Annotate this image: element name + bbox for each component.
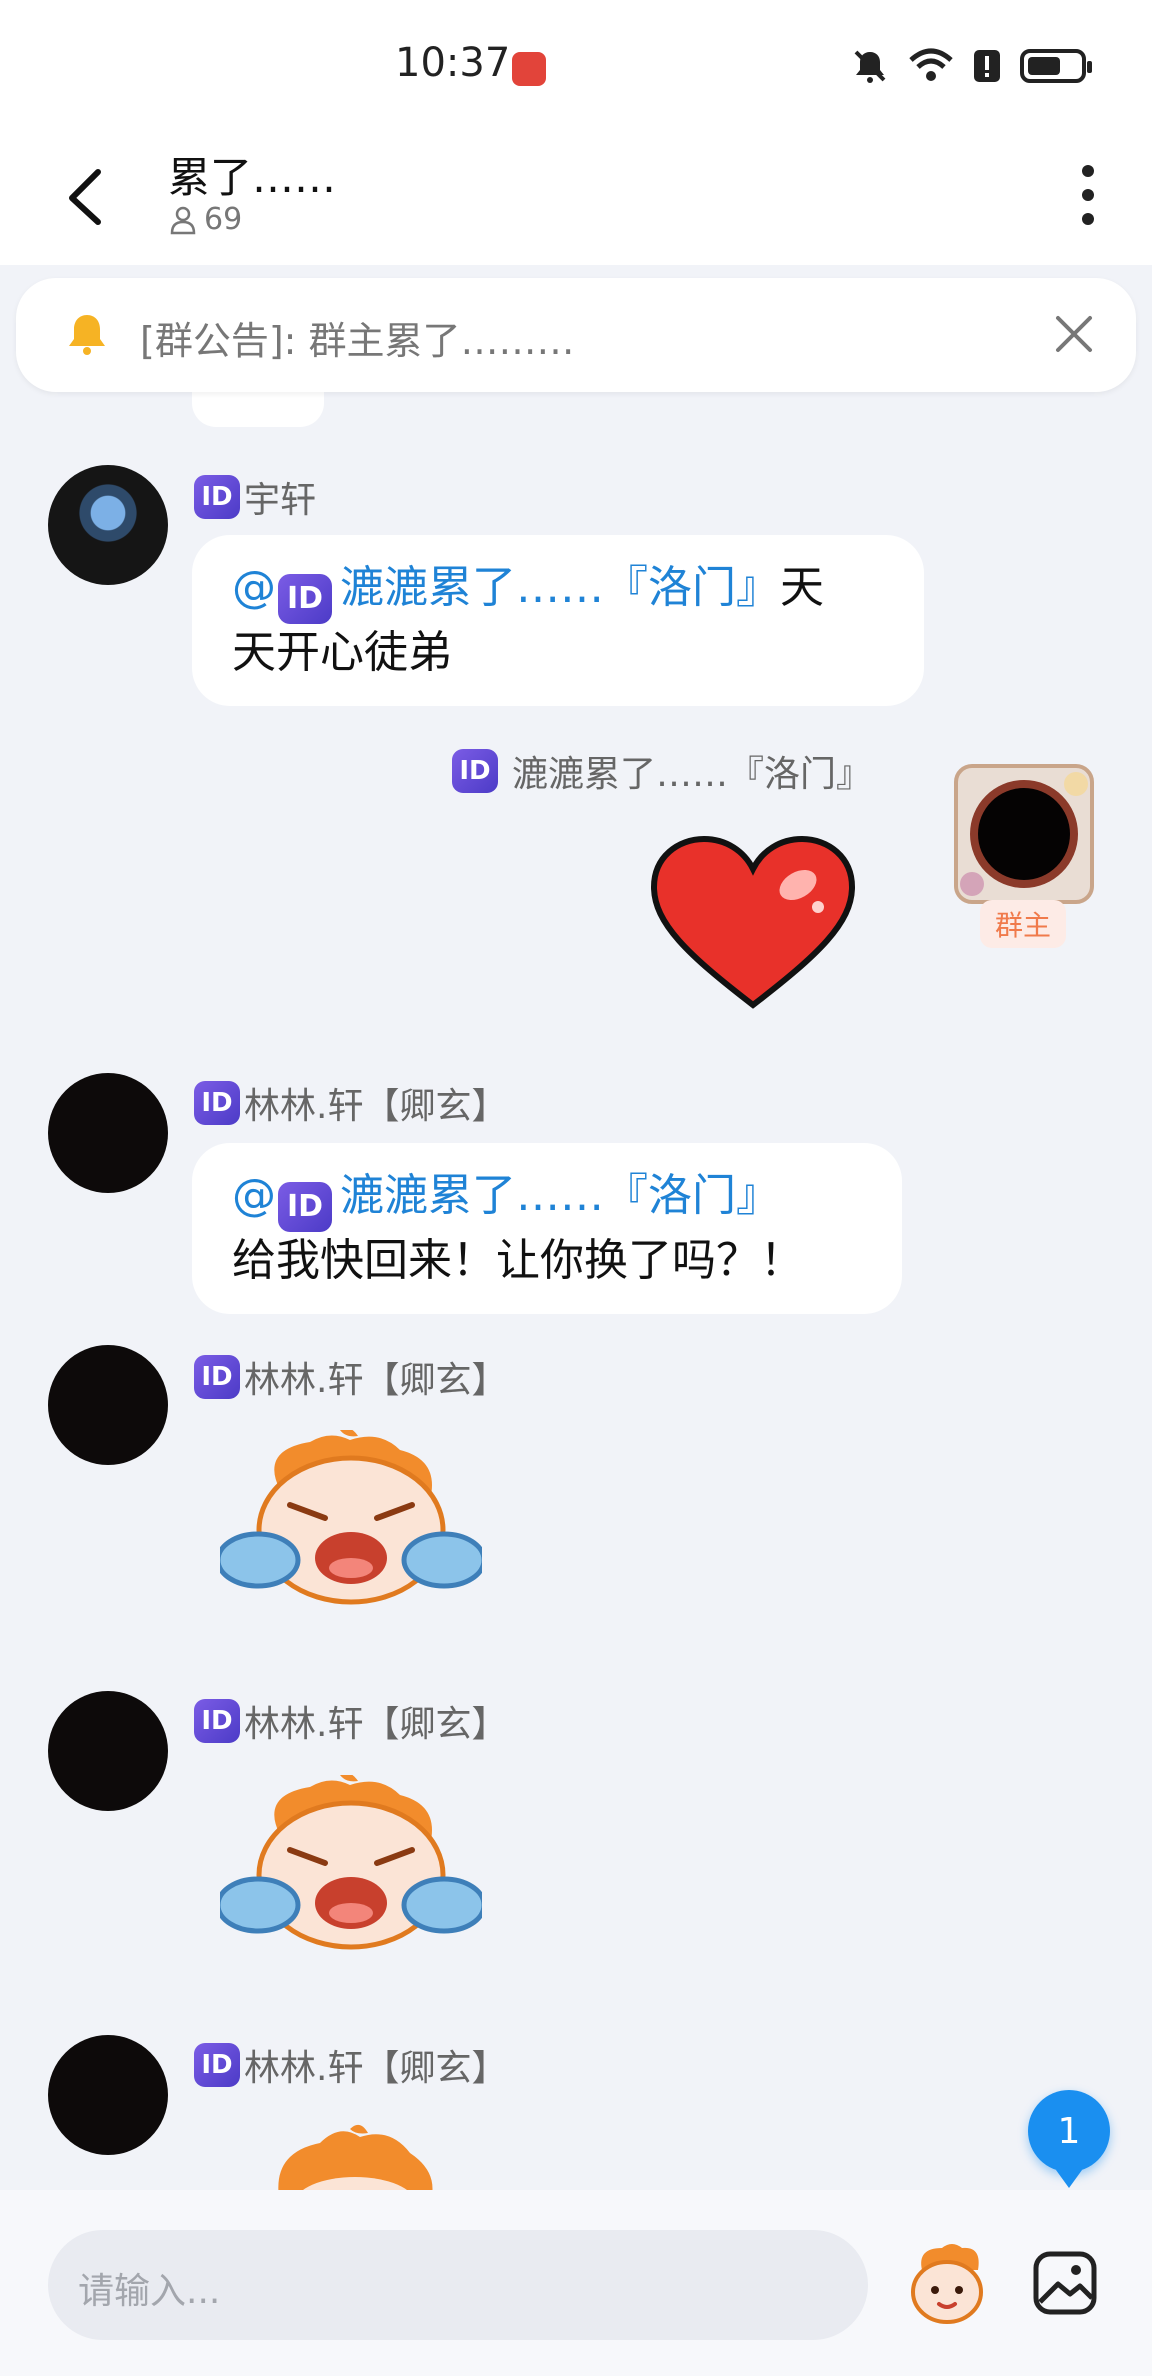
group-announcement[interactable]: [群公告]: 群主累了……… (16, 278, 1136, 392)
app-notification-icon (512, 52, 546, 86)
input-bar: 请输入... (0, 2190, 1152, 2376)
bell-icon (69, 315, 105, 355)
id-badge: ID (452, 749, 498, 793)
id-badge: ID (194, 1355, 240, 1399)
person-icon (170, 206, 196, 234)
sender-name-row: ID 漉漉累了……『洛门』 (452, 745, 872, 797)
mute-bell-icon (854, 50, 886, 83)
member-count-value: 69 (204, 202, 243, 237)
avatar[interactable] (48, 1073, 168, 1193)
close-icon[interactable] (1048, 308, 1100, 360)
chat-header: 累了…… 69 (0, 130, 1152, 265)
message-text: 天 (780, 562, 824, 613)
mention-name[interactable]: 漉漉累了……『洛门』 (340, 1170, 780, 1221)
sender-name: 宇轩 (244, 480, 317, 521)
avatar[interactable] (48, 2035, 168, 2155)
crying-sticker[interactable] (220, 1775, 482, 1955)
sender-name-row: ID 林林.轩【卿玄】 (194, 1077, 507, 1129)
sender-name-row: ID 林林.轩【卿玄】 (194, 1351, 507, 1403)
sender-name-row: ID 宇轩 (194, 471, 316, 523)
message-text: 给我快回来！让你换了吗？！ (232, 1235, 804, 1286)
battery-icon (1020, 49, 1092, 83)
emoji-sticker-button[interactable] (902, 2240, 992, 2330)
unread-count-badge[interactable]: 1 (1028, 2090, 1110, 2188)
dot (1082, 189, 1094, 201)
avatar-with-frame[interactable] (950, 760, 1098, 908)
dot (1082, 165, 1094, 177)
message-list[interactable]: ID 宇轩 @ ID 漉漉累了……『洛门』天 天开心徒弟 ID 漉漉累了……『洛门』… (0, 265, 1152, 2190)
id-badge: ID (278, 1182, 332, 1232)
more-options-button[interactable] (1068, 160, 1108, 230)
crying-sticker[interactable] (250, 2123, 450, 2190)
mention-at: @ (232, 562, 276, 613)
message-bubble[interactable]: @ ID 漉漉累了……『洛门』 给我快回来！让你换了吗？！ (192, 1143, 902, 1314)
group-title[interactable]: 累了…… (168, 144, 336, 205)
alert-icon (974, 50, 1000, 82)
avatar[interactable] (48, 1345, 168, 1465)
sender-name: 林林.轩【卿玄】 (244, 1704, 508, 1745)
member-count[interactable]: 69 (170, 202, 242, 237)
heart-sticker[interactable] (648, 835, 858, 1015)
back-button[interactable] (58, 160, 118, 230)
id-badge: ID (194, 1081, 240, 1125)
id-badge: ID (194, 475, 240, 519)
owner-badge: 群主 (980, 900, 1066, 948)
sender-name: 林林.轩【卿玄】 (244, 1086, 508, 1127)
wifi-icon (909, 48, 953, 81)
sender-name: 林林.轩【卿玄】 (244, 2048, 508, 2089)
image-icon[interactable] (1030, 2248, 1100, 2318)
status-time: 10:37 (395, 40, 511, 86)
sender-name-row: ID 林林.轩【卿玄】 (194, 1695, 507, 1747)
status-icons (850, 46, 1092, 86)
avatar[interactable] (48, 465, 168, 585)
chevron-left-icon (69, 169, 101, 225)
message-bubble[interactable]: @ ID 漉漉累了……『洛门』天 天开心徒弟 (192, 535, 924, 706)
sender-name-row: ID 林林.轩【卿玄】 (194, 2039, 507, 2091)
id-badge: ID (194, 1699, 240, 1743)
mention-name[interactable]: 漉漉累了……『洛门』 (340, 562, 780, 613)
message-text: 天开心徒弟 (232, 627, 452, 678)
announcement-text: [群公告]: 群主累了……… (140, 319, 575, 363)
message-input-placeholder: 请输入... (78, 2271, 221, 2312)
sender-name: 漉漉累了……『洛门』 (512, 754, 873, 795)
crying-sticker[interactable] (220, 1430, 482, 1610)
status-bar: 10:37 (0, 0, 1152, 130)
mention-at: @ (232, 1170, 276, 1221)
sender-name: 林林.轩【卿玄】 (244, 1360, 508, 1401)
avatar[interactable] (48, 1691, 168, 1811)
id-badge: ID (194, 2043, 240, 2087)
id-badge: ID (278, 574, 332, 624)
dot (1082, 213, 1094, 225)
